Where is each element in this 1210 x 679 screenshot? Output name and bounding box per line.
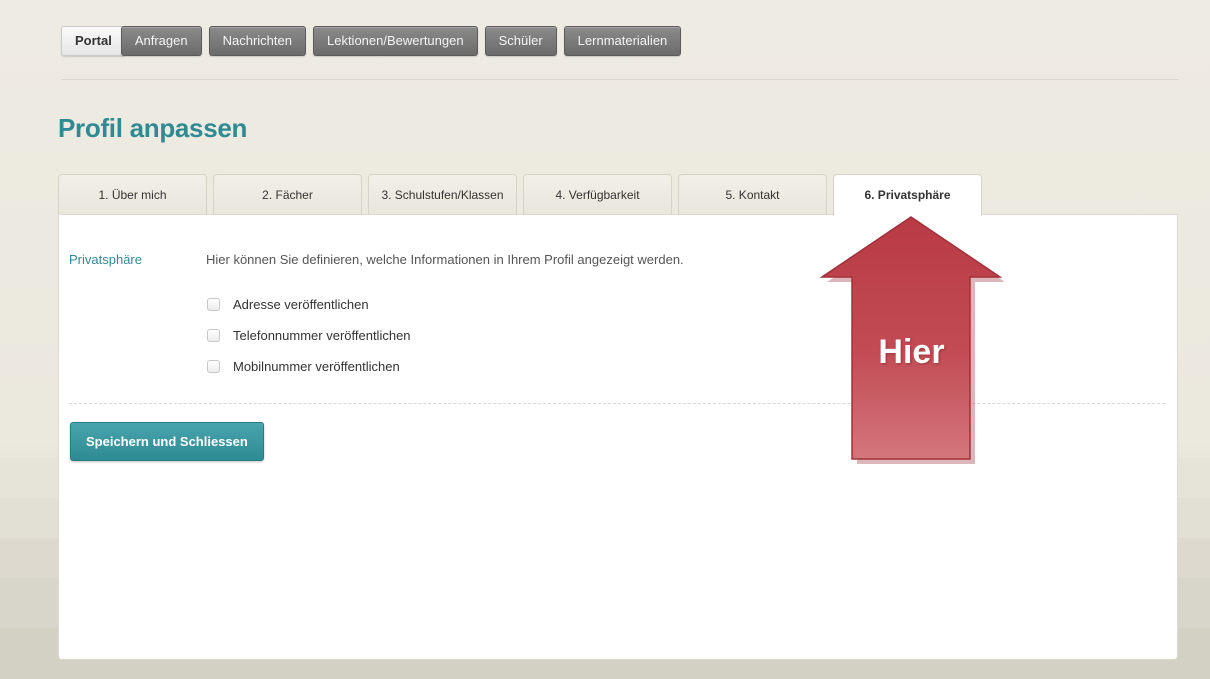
mobile-checkbox[interactable] [207,359,220,373]
save-and-close-button[interactable]: Speichern und Schliessen [70,422,264,461]
tab-schulstufen-klassen[interactable]: 3. Schulstufen/Klassen [368,174,517,214]
annotation-label: Hier [878,333,945,371]
option-address[interactable]: Adresse veröffentlichen [207,295,411,313]
address-checkbox[interactable] [207,297,220,311]
section-description: Hier können Sie definieren, welche Infor… [206,252,684,267]
option-mobile[interactable]: Mobilnummer veröffentlichen [207,357,411,375]
page-title: Profil anpassen [58,113,248,143]
main-nav: Portal Anfragen Nachrichten Lektionen/Be… [61,26,682,56]
tab-privatsphaere[interactable]: 6. Privatsphäre [833,174,982,216]
tab-ueber-mich[interactable]: 1. Über mich [58,174,207,214]
option-label: Mobilnummer veröffentlichen [233,358,400,374]
nav-lektionen-bewertungen[interactable]: Lektionen/Bewertungen [312,26,478,56]
option-phone[interactable]: Telefonnummer veröffentlichen [207,326,411,344]
nav-schueler[interactable]: Schüler [484,26,557,56]
privacy-panel: Privatsphäre Hier können Sie definieren,… [58,214,1178,660]
privacy-options: Adresse veröffentlichen Telefonnummer ve… [207,295,411,388]
tab-verfuegbarkeit[interactable]: 4. Verfügbarkeit [523,174,672,214]
nav-divider [61,79,1179,80]
tab-kontakt[interactable]: 5. Kontakt [678,174,827,214]
option-label: Telefonnummer veröffentlichen [233,327,411,343]
section-label: Privatsphäre [69,252,142,267]
profile-tabs: 1. Über mich 2. Fächer 3. Schulstufen/Kl… [58,174,982,216]
phone-checkbox[interactable] [207,328,220,342]
nav-portal[interactable]: Portal [61,26,126,56]
nav-nachrichten[interactable]: Nachrichten [208,26,306,56]
nav-lernmaterialien[interactable]: Lernmaterialien [563,26,682,56]
nav-anfragen[interactable]: Anfragen [120,26,202,56]
tab-faecher[interactable]: 2. Fächer [213,174,362,214]
option-label: Adresse veröffentlichen [233,296,369,312]
